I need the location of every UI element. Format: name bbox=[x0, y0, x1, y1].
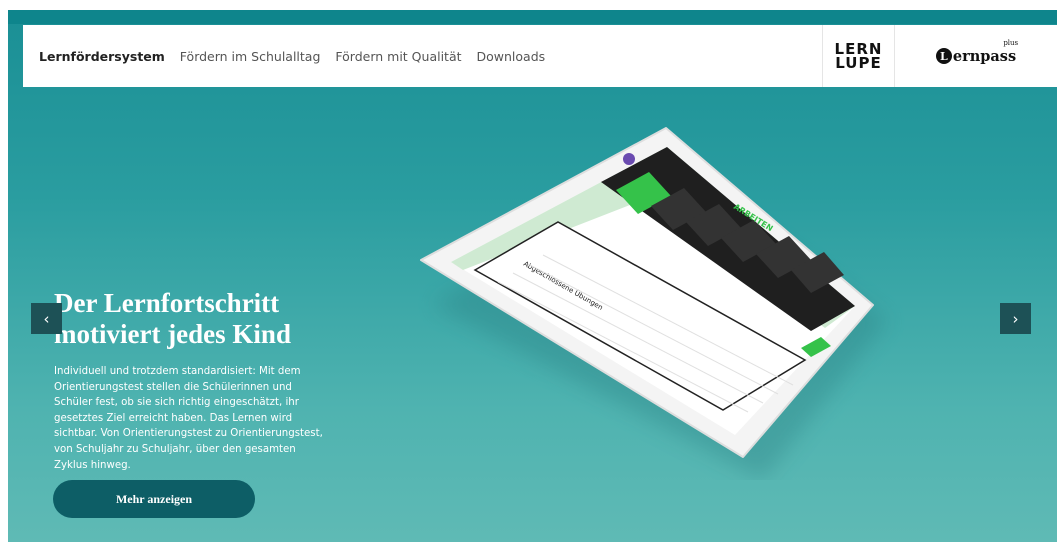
hero-section: Lernfördersystem Fördern im Schulalltag … bbox=[8, 10, 1057, 542]
lernpass-logo-mark: L bbox=[935, 48, 952, 64]
lernpass-plus-label: plus bbox=[1003, 38, 1019, 47]
mehr-anzeigen-button[interactable]: Mehr anzeigen bbox=[53, 480, 255, 518]
tablet-illustration: ARBEITEN Abgeschlossene Übungen bbox=[403, 110, 923, 480]
lernpass-logo: L ernpass plus bbox=[935, 39, 1018, 65]
hero-title: Der Lernfortschritt motiviert jedes Kind bbox=[54, 288, 291, 349]
nav-link-foerdern-im-schulalltag[interactable]: Fördern im Schulalltag bbox=[180, 49, 321, 64]
lernpass-link[interactable]: L ernpass plus bbox=[894, 25, 1057, 87]
chevron-left-icon: ‹ bbox=[43, 309, 50, 328]
chevron-right-icon: › bbox=[1012, 309, 1019, 328]
navbar: Lernfördersystem Fördern im Schulalltag … bbox=[23, 25, 1057, 87]
nav-links: Lernfördersystem Fördern im Schulalltag … bbox=[23, 49, 822, 64]
lernlupe-link[interactable]: LERN LUPE bbox=[822, 25, 894, 87]
carousel-next-button[interactable]: › bbox=[1000, 303, 1031, 334]
lernlupe-logo-line2: LUPE bbox=[835, 54, 882, 72]
nav-link-lernfoerdersystem[interactable]: Lernfördersystem bbox=[39, 49, 165, 64]
hero-description: Individuell und trotzdem standardisiert:… bbox=[54, 366, 323, 471]
lernlupe-logo: LERN LUPE bbox=[835, 42, 883, 72]
avatar[interactable] bbox=[623, 153, 635, 165]
top-strip bbox=[8, 10, 1057, 24]
nav-link-downloads[interactable]: Downloads bbox=[477, 49, 546, 64]
lernpass-logo-text: ernpass bbox=[952, 47, 1017, 65]
tablet-svg: ARBEITEN Abgeschlossene Übungen bbox=[420, 127, 888, 480]
carousel-prev-button[interactable]: ‹ bbox=[31, 303, 62, 334]
nav-link-foerdern-mit-qualitaet[interactable]: Fördern mit Qualität bbox=[335, 49, 461, 64]
